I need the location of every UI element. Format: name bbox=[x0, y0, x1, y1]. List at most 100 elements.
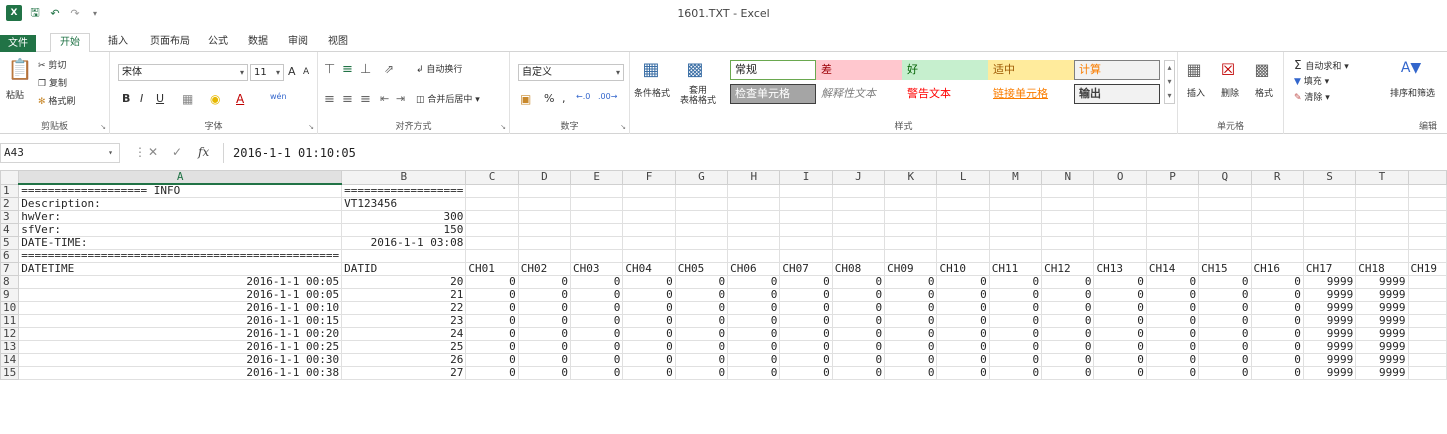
cell[interactable] bbox=[727, 249, 781, 263]
cell[interactable]: 0 bbox=[831, 301, 886, 315]
cell[interactable]: 0 bbox=[831, 275, 886, 289]
column-header-b[interactable]: B bbox=[341, 170, 467, 185]
cell[interactable]: 0 bbox=[1250, 340, 1304, 354]
cell[interactable]: CH15 bbox=[1198, 262, 1252, 276]
phonetic-button[interactable]: wén bbox=[270, 92, 287, 101]
sort-filter-button[interactable]: 排序和筛选 bbox=[1390, 86, 1435, 99]
cell[interactable] bbox=[674, 183, 729, 198]
tab-review[interactable]: 审阅 bbox=[280, 33, 316, 52]
cell[interactable]: DATETIME bbox=[18, 262, 343, 276]
cell[interactable] bbox=[988, 223, 1043, 237]
cell[interactable]: 2016-1-1 03:08 bbox=[341, 236, 467, 250]
cell[interactable]: 9999 bbox=[1355, 314, 1409, 328]
cell[interactable] bbox=[1355, 249, 1409, 263]
increase-decimal-icon[interactable]: ←.0 bbox=[576, 92, 590, 101]
worksheet-grid[interactable]: ABCDEFGHIJKLMNOPQRST 1 ==================… bbox=[0, 170, 1447, 434]
row-header[interactable]: 2 bbox=[0, 197, 20, 211]
cell[interactable]: 0 bbox=[884, 327, 938, 341]
cell[interactable]: 0 bbox=[1041, 301, 1095, 315]
cell[interactable]: 0 bbox=[779, 327, 833, 341]
style-good[interactable]: 好 bbox=[902, 60, 988, 80]
cell[interactable]: CH17 bbox=[1302, 262, 1357, 276]
cell[interactable]: 21 bbox=[341, 288, 467, 302]
cell[interactable]: 0 bbox=[1250, 288, 1304, 302]
cell[interactable]: 9999 bbox=[1355, 366, 1409, 380]
row-header[interactable]: 11 bbox=[0, 314, 20, 328]
cell[interactable] bbox=[1145, 197, 1200, 211]
cell[interactable]: 0 bbox=[622, 366, 676, 380]
column-header-q[interactable]: Q bbox=[1198, 170, 1252, 185]
tab-page-layout[interactable]: 页面布局 bbox=[142, 33, 198, 52]
dialog-launcher-icon[interactable]: ↘ bbox=[308, 123, 314, 131]
cell[interactable]: 9999 bbox=[1302, 327, 1357, 341]
align-right-icon[interactable]: ≡ bbox=[360, 92, 371, 107]
cell[interactable]: 0 bbox=[570, 314, 624, 328]
cell[interactable] bbox=[570, 197, 624, 211]
cell[interactable]: 0 bbox=[1145, 366, 1200, 380]
cell[interactable] bbox=[779, 197, 833, 211]
cell[interactable]: 0 bbox=[727, 314, 781, 328]
cell[interactable] bbox=[831, 223, 886, 237]
cell[interactable] bbox=[988, 236, 1043, 250]
cell[interactable] bbox=[1041, 197, 1095, 211]
cell[interactable]: 9999 bbox=[1355, 340, 1409, 354]
cell[interactable]: 0 bbox=[517, 314, 572, 328]
tab-view[interactable]: 视图 bbox=[320, 33, 356, 52]
cell[interactable]: 9999 bbox=[1355, 275, 1409, 289]
cell[interactable]: 0 bbox=[988, 327, 1043, 341]
cell[interactable]: 20 bbox=[341, 275, 467, 289]
cell[interactable] bbox=[727, 236, 781, 250]
cell[interactable] bbox=[517, 249, 572, 263]
cell[interactable] bbox=[1041, 183, 1095, 198]
cell[interactable]: 0 bbox=[779, 288, 833, 302]
cell[interactable]: ================== bbox=[341, 183, 467, 198]
merge-center-button[interactable]: ◫ 合并后居中 ▾ bbox=[416, 92, 480, 105]
cell[interactable]: 26 bbox=[341, 353, 467, 367]
cell[interactable]: 0 bbox=[622, 275, 676, 289]
cell[interactable] bbox=[1250, 223, 1304, 237]
cell[interactable]: 0 bbox=[1198, 288, 1252, 302]
cell[interactable] bbox=[674, 236, 729, 250]
column-header-overflow[interactable] bbox=[1407, 170, 1447, 185]
cell[interactable] bbox=[727, 223, 781, 237]
cell[interactable]: 0 bbox=[465, 340, 519, 354]
cell[interactable] bbox=[1407, 340, 1447, 354]
cut-button[interactable]: ✂ 剪切 bbox=[38, 58, 66, 71]
cell[interactable]: 0 bbox=[1250, 301, 1304, 315]
grow-font-button[interactable]: A bbox=[288, 65, 296, 78]
cell[interactable] bbox=[570, 210, 624, 224]
comma-button[interactable]: , bbox=[562, 92, 566, 105]
cell[interactable] bbox=[1407, 249, 1447, 263]
row-header[interactable]: 13 bbox=[0, 340, 20, 354]
cell[interactable] bbox=[1041, 249, 1095, 263]
cell[interactable] bbox=[1407, 366, 1447, 380]
fill-color-icon[interactable]: ◉ bbox=[210, 92, 220, 106]
cell[interactable]: 0 bbox=[884, 275, 938, 289]
cell[interactable]: 0 bbox=[517, 353, 572, 367]
cell[interactable] bbox=[1041, 210, 1095, 224]
cell[interactable]: 0 bbox=[570, 288, 624, 302]
copy-button[interactable]: ❐ 复制 bbox=[38, 76, 67, 89]
cell[interactable] bbox=[1302, 183, 1357, 198]
cell[interactable]: 0 bbox=[1093, 353, 1147, 367]
cell[interactable] bbox=[1407, 210, 1447, 224]
cell[interactable] bbox=[674, 197, 729, 211]
underline-button[interactable]: U bbox=[156, 92, 164, 105]
cell[interactable]: =================== INFO bbox=[18, 183, 343, 198]
tab-home[interactable]: 开始 bbox=[50, 33, 90, 53]
cell[interactable]: 0 bbox=[831, 366, 886, 380]
tab-data[interactable]: 数据 bbox=[240, 33, 276, 52]
cell[interactable]: 0 bbox=[570, 340, 624, 354]
row-header[interactable]: 15 bbox=[0, 366, 20, 380]
cell[interactable]: 0 bbox=[884, 301, 938, 315]
style-linked-cell[interactable]: 链接单元格 bbox=[988, 84, 1074, 104]
cell[interactable]: 0 bbox=[936, 340, 990, 354]
cell[interactable]: 0 bbox=[727, 327, 781, 341]
cell[interactable]: 9999 bbox=[1302, 288, 1357, 302]
column-header-e[interactable]: E bbox=[570, 170, 624, 185]
cell[interactable]: 300 bbox=[341, 210, 467, 224]
row-header[interactable]: 4 bbox=[0, 223, 20, 237]
cell[interactable] bbox=[1355, 183, 1409, 198]
cell[interactable] bbox=[1355, 236, 1409, 250]
row-header[interactable]: 3 bbox=[0, 210, 20, 224]
